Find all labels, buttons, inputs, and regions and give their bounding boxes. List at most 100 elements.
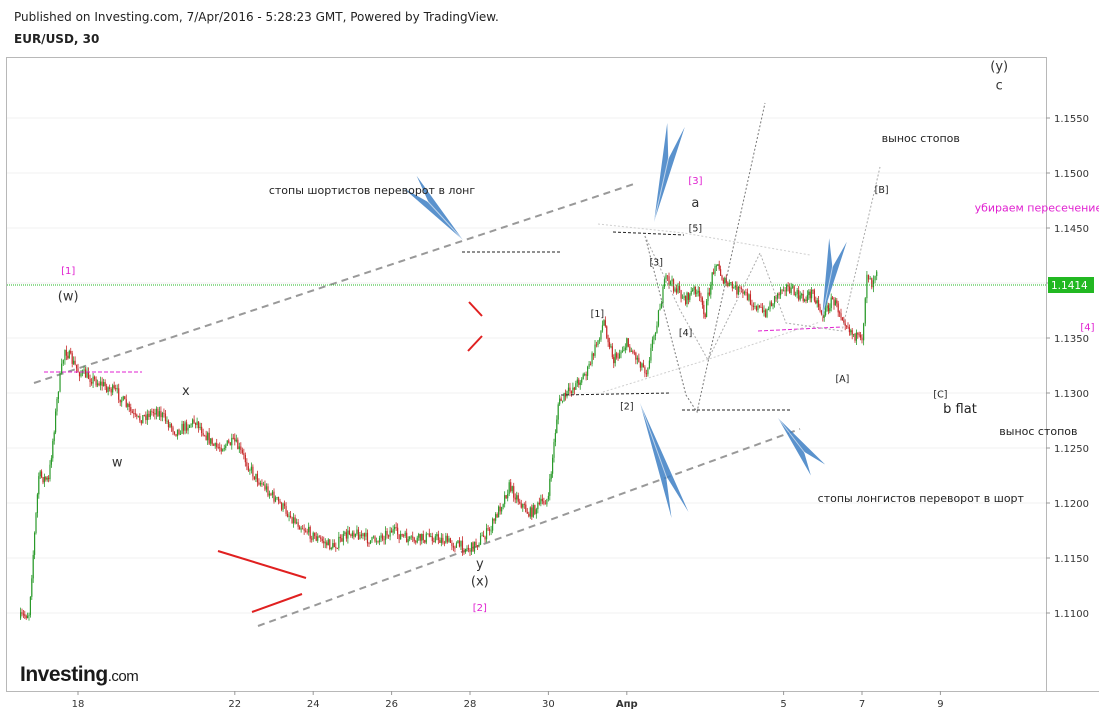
candle-body xyxy=(597,340,599,346)
candle-body xyxy=(681,297,684,299)
candle-body xyxy=(848,327,850,333)
candle-body xyxy=(350,534,352,537)
candle-body xyxy=(213,444,215,446)
candle-body xyxy=(746,292,749,301)
candle-body xyxy=(243,453,245,456)
candle-body xyxy=(701,297,703,305)
candle-body xyxy=(34,533,36,555)
candle-body xyxy=(645,373,647,375)
candle-body xyxy=(93,376,96,380)
candle-body xyxy=(422,533,424,541)
candle-body xyxy=(410,536,412,538)
candle-body xyxy=(855,332,857,341)
candle-body xyxy=(29,596,31,616)
time-tick-label: 26 xyxy=(385,699,398,710)
candle-body xyxy=(427,533,429,535)
candle-body xyxy=(234,437,236,442)
candle-body xyxy=(839,312,841,314)
candle-body xyxy=(784,290,786,292)
candle-body xyxy=(773,295,776,304)
candle-body xyxy=(648,360,651,368)
candle-body xyxy=(522,504,524,508)
candle-body xyxy=(836,300,838,304)
candle-body xyxy=(543,501,545,504)
candle-body xyxy=(576,379,578,384)
candle-body xyxy=(523,504,525,505)
logo-text: Investing xyxy=(20,663,108,686)
candle-body xyxy=(829,308,831,312)
candle-body xyxy=(481,535,483,537)
candle-body xyxy=(282,503,284,510)
wave-label: [1] xyxy=(61,266,75,277)
candle-body xyxy=(25,615,27,619)
candle-body xyxy=(90,381,93,384)
candle-body xyxy=(528,513,530,517)
candle-body xyxy=(869,278,871,280)
candle-body xyxy=(516,495,518,500)
candle-body xyxy=(475,541,477,546)
candle-body xyxy=(273,491,275,502)
candle-body xyxy=(623,349,625,352)
candle-body xyxy=(508,482,510,494)
candle-body xyxy=(207,432,209,441)
candle-body xyxy=(311,538,313,540)
candle-body xyxy=(482,535,485,537)
candle-body xyxy=(87,371,90,379)
candle-body xyxy=(35,512,37,534)
candle-body xyxy=(767,308,770,310)
candle-body xyxy=(161,413,164,418)
candle-body xyxy=(600,330,602,340)
investing-logo: Investing.com xyxy=(20,663,139,687)
candle-body xyxy=(289,515,292,517)
candle-body xyxy=(757,305,759,311)
wave-label: (y) xyxy=(990,60,1008,75)
candle-body xyxy=(786,285,788,292)
candle-body xyxy=(575,383,577,390)
candle-body xyxy=(389,530,391,537)
wave-label: y xyxy=(476,557,484,572)
candle-body xyxy=(549,478,551,496)
candle-body xyxy=(446,535,448,542)
candle-body xyxy=(412,536,414,538)
candle-body xyxy=(639,361,641,368)
candle-body xyxy=(67,355,69,359)
candle-body xyxy=(46,477,48,480)
candle-body xyxy=(424,540,426,543)
candle-body xyxy=(809,291,811,299)
candle-body xyxy=(299,526,301,530)
price-chart[interactable]: 18 22 24 26 28 30 Апр 5 7 9 1.1550 1.1500 1.1450 1.1… xyxy=(0,0,1099,717)
candle-body xyxy=(595,344,598,346)
candle-body xyxy=(766,309,768,317)
candle-body xyxy=(815,300,817,304)
candle-body xyxy=(587,366,589,376)
candle-body xyxy=(796,290,798,295)
candle-body xyxy=(776,293,779,299)
candle-body xyxy=(680,290,682,299)
candle-body xyxy=(371,536,373,541)
candle-body xyxy=(706,301,708,317)
candle-body xyxy=(400,534,402,540)
candle-body xyxy=(45,476,47,480)
candle-body xyxy=(27,616,29,619)
candle-body xyxy=(80,373,82,377)
candle-body xyxy=(517,495,519,502)
candle-body xyxy=(140,420,142,424)
candle-body xyxy=(502,504,504,508)
candle-body xyxy=(717,264,719,266)
candle-body xyxy=(188,424,191,428)
wave-label: a xyxy=(691,196,699,211)
candle-body xyxy=(342,533,344,542)
candle-body xyxy=(297,522,299,527)
candle-body xyxy=(208,432,210,444)
candle-body xyxy=(708,292,710,295)
candle-body xyxy=(391,530,393,533)
logo-suffix: .com xyxy=(107,668,139,685)
candle-body xyxy=(362,533,364,537)
candle-body xyxy=(169,424,171,428)
candle-body xyxy=(250,466,252,471)
candle-body xyxy=(514,497,516,500)
candle-body xyxy=(629,346,631,352)
candle-body xyxy=(532,505,534,517)
candle-body xyxy=(374,536,376,542)
candle-body xyxy=(407,539,409,543)
